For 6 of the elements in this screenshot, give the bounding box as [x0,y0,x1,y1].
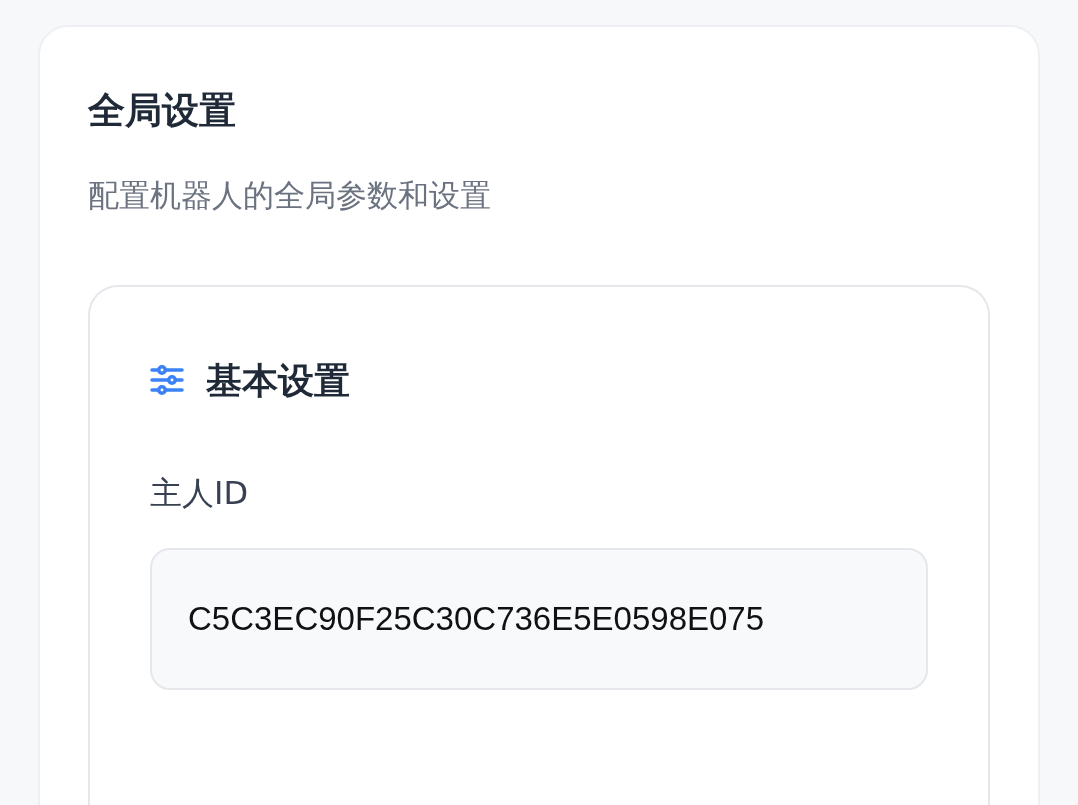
sliders-icon [150,365,184,396]
section-title: 基本设置 [206,358,350,402]
page-subtitle: 配置机器人的全局参数和设置 [88,177,492,215]
field-label: 主人ID [150,473,250,513]
input-field[interactable]: C5C3EC90F25C30C736E5E0598E075 [150,548,928,691]
page-title: 全局设置 [88,89,237,134]
